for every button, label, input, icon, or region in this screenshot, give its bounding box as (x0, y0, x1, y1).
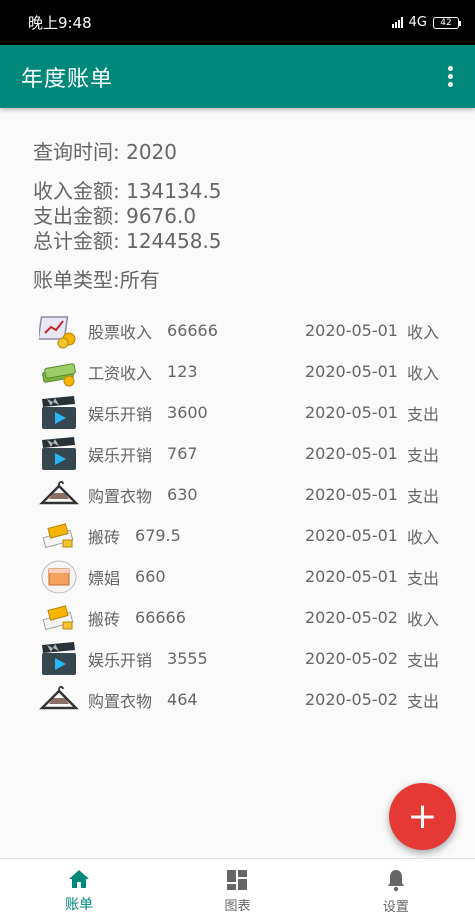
record-row[interactable]: 娱乐开销 767 2020-05-01 支出 (38, 433, 448, 474)
more-options-icon[interactable] (442, 60, 459, 93)
money-stack-icon (38, 353, 80, 391)
tab-bills-label: 账单 (65, 897, 94, 913)
record-amount: 464 (167, 690, 198, 709)
bell-icon (387, 869, 404, 891)
record-kind: 支出 (407, 404, 440, 424)
record-date: 2020-05-01 (305, 403, 398, 422)
record-kind: 收入 (407, 322, 440, 342)
query-time: 查询时间: 2020 (33, 140, 177, 164)
status-time: 晚上9:48 (28, 14, 92, 32)
record-date: 2020-05-01 (305, 321, 398, 340)
record-row[interactable]: 娱乐开销 3555 2020-05-02 支出 (38, 638, 448, 679)
record-row[interactable]: 娱乐开销 3600 2020-05-01 支出 (38, 392, 448, 433)
plus-icon: + (407, 796, 438, 837)
record-name: 工资收入 (88, 363, 153, 383)
record-date: 2020-05-01 (305, 362, 398, 381)
tab-charts[interactable]: 图表 (158, 859, 316, 923)
battery-icon: 42 (433, 16, 461, 29)
tab-settings[interactable]: 设置 (317, 859, 475, 923)
income-amount: 收入金额: 134134.5 (33, 179, 222, 203)
summary-panel: 查询时间: 2020 收入金额: 134134.5 支出金额: 9676.0 总… (33, 140, 222, 293)
record-name: 购置衣物 (88, 486, 153, 506)
record-amount: 66666 (135, 608, 186, 627)
record-row[interactable]: 购置衣物 630 2020-05-01 支出 (38, 474, 448, 515)
record-date: 2020-05-02 (305, 690, 398, 709)
record-list: 股票收入 66666 2020-05-01 收入 工资收入 123 2020-05-01 收入… (38, 310, 448, 720)
record-date: 2020-05-02 (305, 608, 398, 627)
record-row[interactable]: 嫖娼 660 2020-05-01 支出 (38, 556, 448, 597)
record-date: 2020-05-01 (305, 444, 398, 463)
box-icon (38, 558, 80, 596)
tab-settings-label: 设置 (382, 899, 409, 915)
record-amount: 123 (167, 362, 198, 381)
clapperboard-icon (38, 640, 80, 678)
record-name: 搬砖 (88, 609, 121, 629)
stock-chart-icon (38, 312, 80, 350)
tab-charts-label: 图表 (224, 898, 251, 914)
record-row[interactable]: 工资收入 123 2020-05-01 收入 (38, 351, 448, 392)
record-row[interactable]: 购置衣物 464 2020-05-02 支出 (38, 679, 448, 720)
record-kind: 支出 (407, 486, 440, 506)
record-row[interactable]: 股票收入 66666 2020-05-01 收入 (38, 310, 448, 351)
signal-icon (391, 17, 403, 28)
record-amount: 767 (167, 444, 198, 463)
record-name: 娱乐开销 (88, 404, 153, 424)
grid-icon (227, 869, 248, 890)
record-kind: 支出 (407, 650, 440, 670)
record-row[interactable]: 搬砖 66666 2020-05-02 收入 (38, 597, 448, 638)
record-name: 股票收入 (88, 322, 153, 342)
record-name: 嫖娼 (88, 568, 121, 588)
clapperboard-icon (38, 394, 80, 432)
record-name: 娱乐开销 (88, 650, 153, 670)
record-amount: 630 (167, 485, 198, 504)
record-kind: 支出 (407, 445, 440, 465)
clapperboard-icon (38, 435, 80, 473)
record-kind: 支出 (407, 568, 440, 588)
page-title: 年度账单 (21, 66, 114, 92)
network-type: 4G (408, 15, 427, 30)
record-name: 购置衣物 (88, 691, 153, 711)
clothes-hanger-icon (38, 681, 80, 719)
record-kind: 收入 (407, 527, 440, 547)
total-amount: 总计金额: 124458.5 (33, 229, 222, 253)
record-amount: 660 (135, 567, 166, 586)
record-kind: 收入 (407, 363, 440, 383)
add-record-button[interactable]: + (389, 783, 456, 850)
record-date: 2020-05-01 (305, 485, 398, 504)
tab-bills[interactable]: 账单 (0, 859, 158, 923)
home-icon (69, 870, 90, 888)
record-row[interactable]: 搬砖 679.5 2020-05-01 收入 (38, 515, 448, 556)
status-bar: 晚上9:48 4G 42 (0, 0, 475, 45)
expense-amount: 支出金额: 9676.0 (33, 204, 197, 228)
record-amount: 3600 (167, 403, 208, 422)
bottom-nav: 账单 图表 设置 (0, 858, 475, 923)
record-amount: 3555 (167, 649, 208, 668)
app-bar: 年度账单 (0, 45, 475, 108)
record-date: 2020-05-02 (305, 649, 398, 668)
record-date: 2020-05-01 (305, 526, 398, 545)
record-name: 搬砖 (88, 527, 121, 547)
record-amount: 679.5 (135, 526, 181, 545)
record-kind: 收入 (407, 609, 440, 629)
record-date: 2020-05-01 (305, 567, 398, 586)
bricks-icon (38, 599, 80, 637)
status-icons: 4G 42 (391, 15, 461, 30)
bill-type: 账单类型:所有 (33, 268, 160, 292)
battery-level: 42 (440, 17, 452, 28)
record-kind: 支出 (407, 691, 440, 711)
bricks-icon (38, 517, 80, 555)
record-name: 娱乐开销 (88, 445, 153, 465)
record-amount: 66666 (167, 321, 218, 340)
clothes-hanger-icon (38, 476, 80, 514)
